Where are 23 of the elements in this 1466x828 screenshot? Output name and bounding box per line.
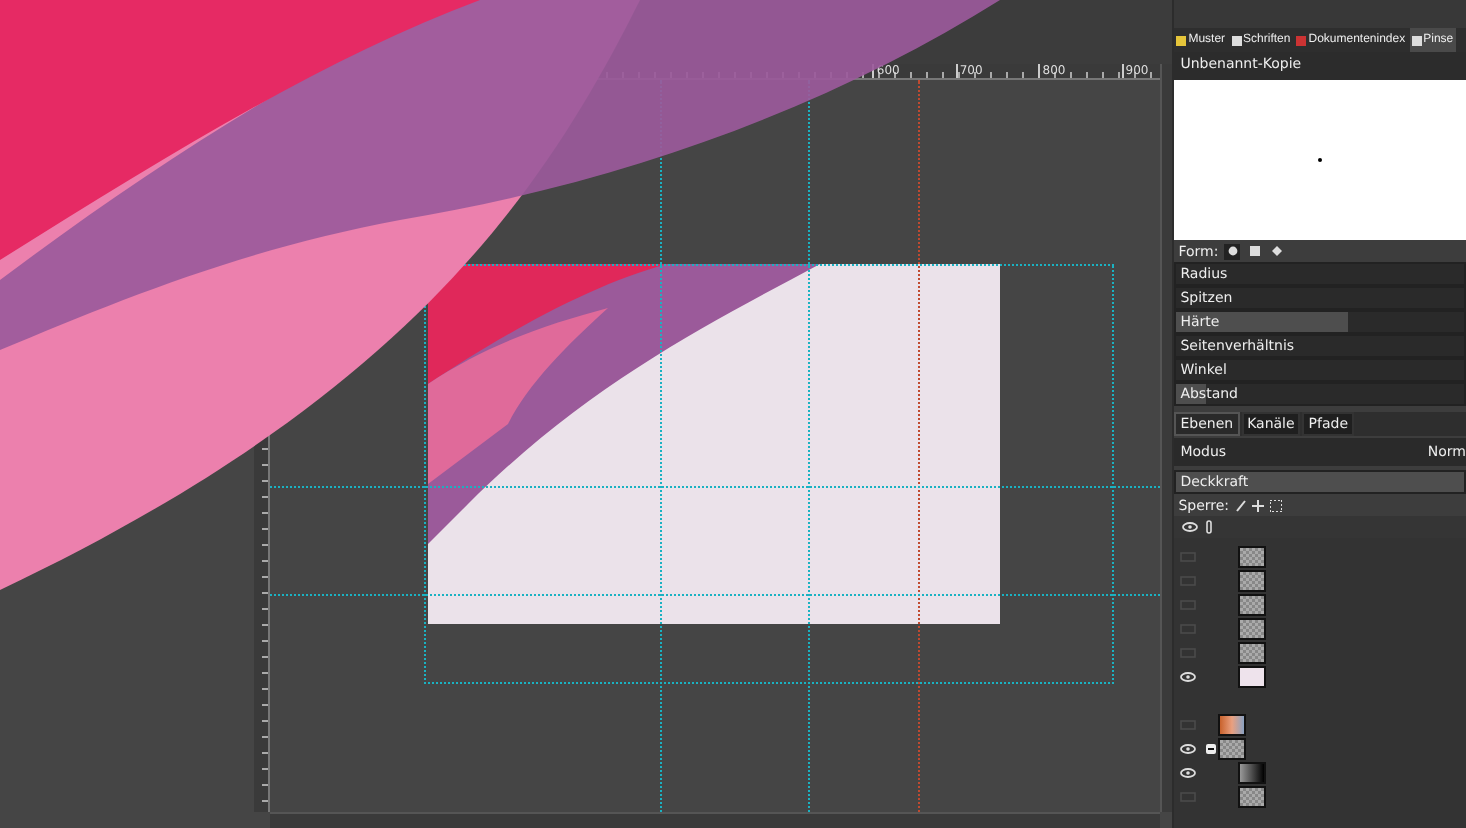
layer-thumbnail[interactable]	[1238, 785, 1267, 807]
move-lock-icon[interactable]	[1251, 499, 1264, 511]
layer-thumbnail[interactable]	[1238, 617, 1267, 639]
layer-thumbnail[interactable]	[1238, 761, 1267, 783]
horizontal-scrollbar[interactable]	[270, 812, 1161, 828]
chain-icon[interactable]	[1206, 520, 1213, 534]
layer-thumbnail[interactable]	[1238, 545, 1267, 567]
eye-icon[interactable]	[1180, 671, 1197, 681]
eye-icon[interactable]	[1180, 743, 1197, 753]
alpha-lock-icon[interactable]	[1269, 499, 1282, 511]
vertical-scrollbar[interactable]	[1160, 64, 1173, 812]
square-shape-button[interactable]	[1246, 243, 1263, 259]
brush-lock-icon[interactable]	[1235, 499, 1246, 511]
layer-thumbnail[interactable]	[1238, 641, 1267, 663]
eye-icon[interactable]	[1182, 522, 1199, 532]
layer-thumbnail[interactable]	[1238, 593, 1267, 615]
eye-icon[interactable]	[1180, 767, 1197, 777]
layer-thumbnail[interactable]	[1218, 737, 1247, 759]
circle-shape-button[interactable]	[1224, 243, 1241, 259]
layer-thumbnail[interactable]	[1238, 569, 1267, 591]
layer-thumbnail[interactable]	[1218, 713, 1247, 735]
collapse-icon[interactable]	[1205, 743, 1216, 753]
layer-thumbnail[interactable]	[1238, 665, 1267, 687]
